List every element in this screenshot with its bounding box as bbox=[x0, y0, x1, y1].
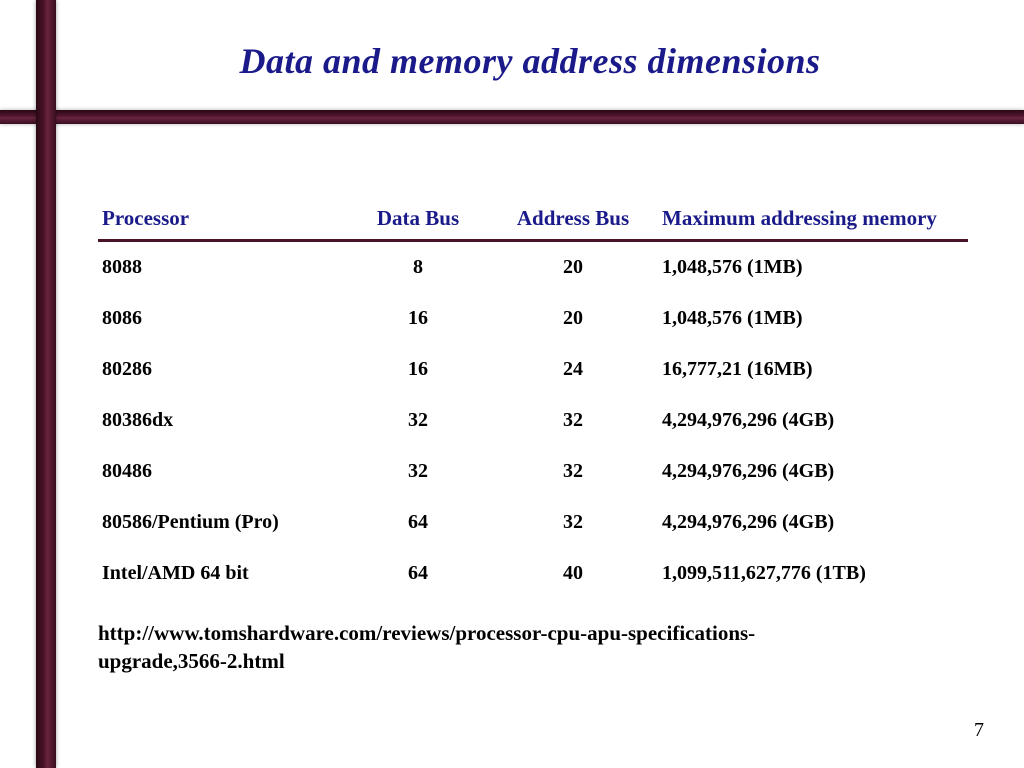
processor-table: Processor Data Bus Address Bus Maximum a… bbox=[98, 200, 968, 599]
cell-address-bus: 32 bbox=[488, 497, 658, 548]
cell-processor: Intel/AMD 64 bit bbox=[98, 548, 348, 599]
table-row: 8088 8 20 1,048,576 (1MB) bbox=[98, 242, 968, 293]
cell-max-mem: 4,294,976,296 (4GB) bbox=[658, 497, 968, 548]
cell-processor: 8086 bbox=[98, 293, 348, 344]
slide-title: Data and memory address dimensions bbox=[60, 40, 1000, 82]
table-row: 80386dx 32 32 4,294,976,296 (4GB) bbox=[98, 395, 968, 446]
cell-address-bus: 24 bbox=[488, 344, 658, 395]
table-row: 80486 32 32 4,294,976,296 (4GB) bbox=[98, 446, 968, 497]
page-number: 7 bbox=[974, 719, 984, 742]
cell-address-bus: 40 bbox=[488, 548, 658, 599]
source-url: http://www.tomshardware.com/reviews/proc… bbox=[98, 619, 818, 676]
cell-data-bus: 16 bbox=[348, 344, 488, 395]
cell-max-mem: 4,294,976,296 (4GB) bbox=[658, 395, 968, 446]
cell-processor: 80486 bbox=[98, 446, 348, 497]
vertical-divider bbox=[36, 0, 56, 768]
table-row: 80586/Pentium (Pro) 64 32 4,294,976,296 … bbox=[98, 497, 968, 548]
cell-processor: 80586/Pentium (Pro) bbox=[98, 497, 348, 548]
header-data-bus: Data Bus bbox=[348, 200, 488, 239]
cell-address-bus: 32 bbox=[488, 395, 658, 446]
header-address-bus: Address Bus bbox=[488, 200, 658, 239]
cell-max-mem: 1,099,511,627,776 (1TB) bbox=[658, 548, 968, 599]
cell-processor: 80386dx bbox=[98, 395, 348, 446]
cell-max-mem: 1,048,576 (1MB) bbox=[658, 242, 968, 293]
cell-data-bus: 64 bbox=[348, 548, 488, 599]
table-row: 80286 16 24 16,777,21 (16MB) bbox=[98, 344, 968, 395]
cell-max-mem: 16,777,21 (16MB) bbox=[658, 344, 968, 395]
cell-data-bus: 8 bbox=[348, 242, 488, 293]
cell-data-bus: 32 bbox=[348, 446, 488, 497]
table-header-row: Processor Data Bus Address Bus Maximum a… bbox=[98, 200, 968, 239]
header-processor: Processor bbox=[98, 200, 348, 239]
cell-address-bus: 20 bbox=[488, 293, 658, 344]
cell-address-bus: 20 bbox=[488, 242, 658, 293]
content-area: Processor Data Bus Address Bus Maximum a… bbox=[98, 200, 968, 676]
cell-max-mem: 4,294,976,296 (4GB) bbox=[658, 446, 968, 497]
cell-max-mem: 1,048,576 (1MB) bbox=[658, 293, 968, 344]
cell-data-bus: 64 bbox=[348, 497, 488, 548]
cell-data-bus: 16 bbox=[348, 293, 488, 344]
cell-processor: 80286 bbox=[98, 344, 348, 395]
horizontal-divider bbox=[0, 110, 1024, 124]
header-max-mem: Maximum addressing memory bbox=[658, 200, 968, 239]
cell-address-bus: 32 bbox=[488, 446, 658, 497]
cell-processor: 8088 bbox=[98, 242, 348, 293]
cell-data-bus: 32 bbox=[348, 395, 488, 446]
table-row: 8086 16 20 1,048,576 (1MB) bbox=[98, 293, 968, 344]
table-row: Intel/AMD 64 bit 64 40 1,099,511,627,776… bbox=[98, 548, 968, 599]
